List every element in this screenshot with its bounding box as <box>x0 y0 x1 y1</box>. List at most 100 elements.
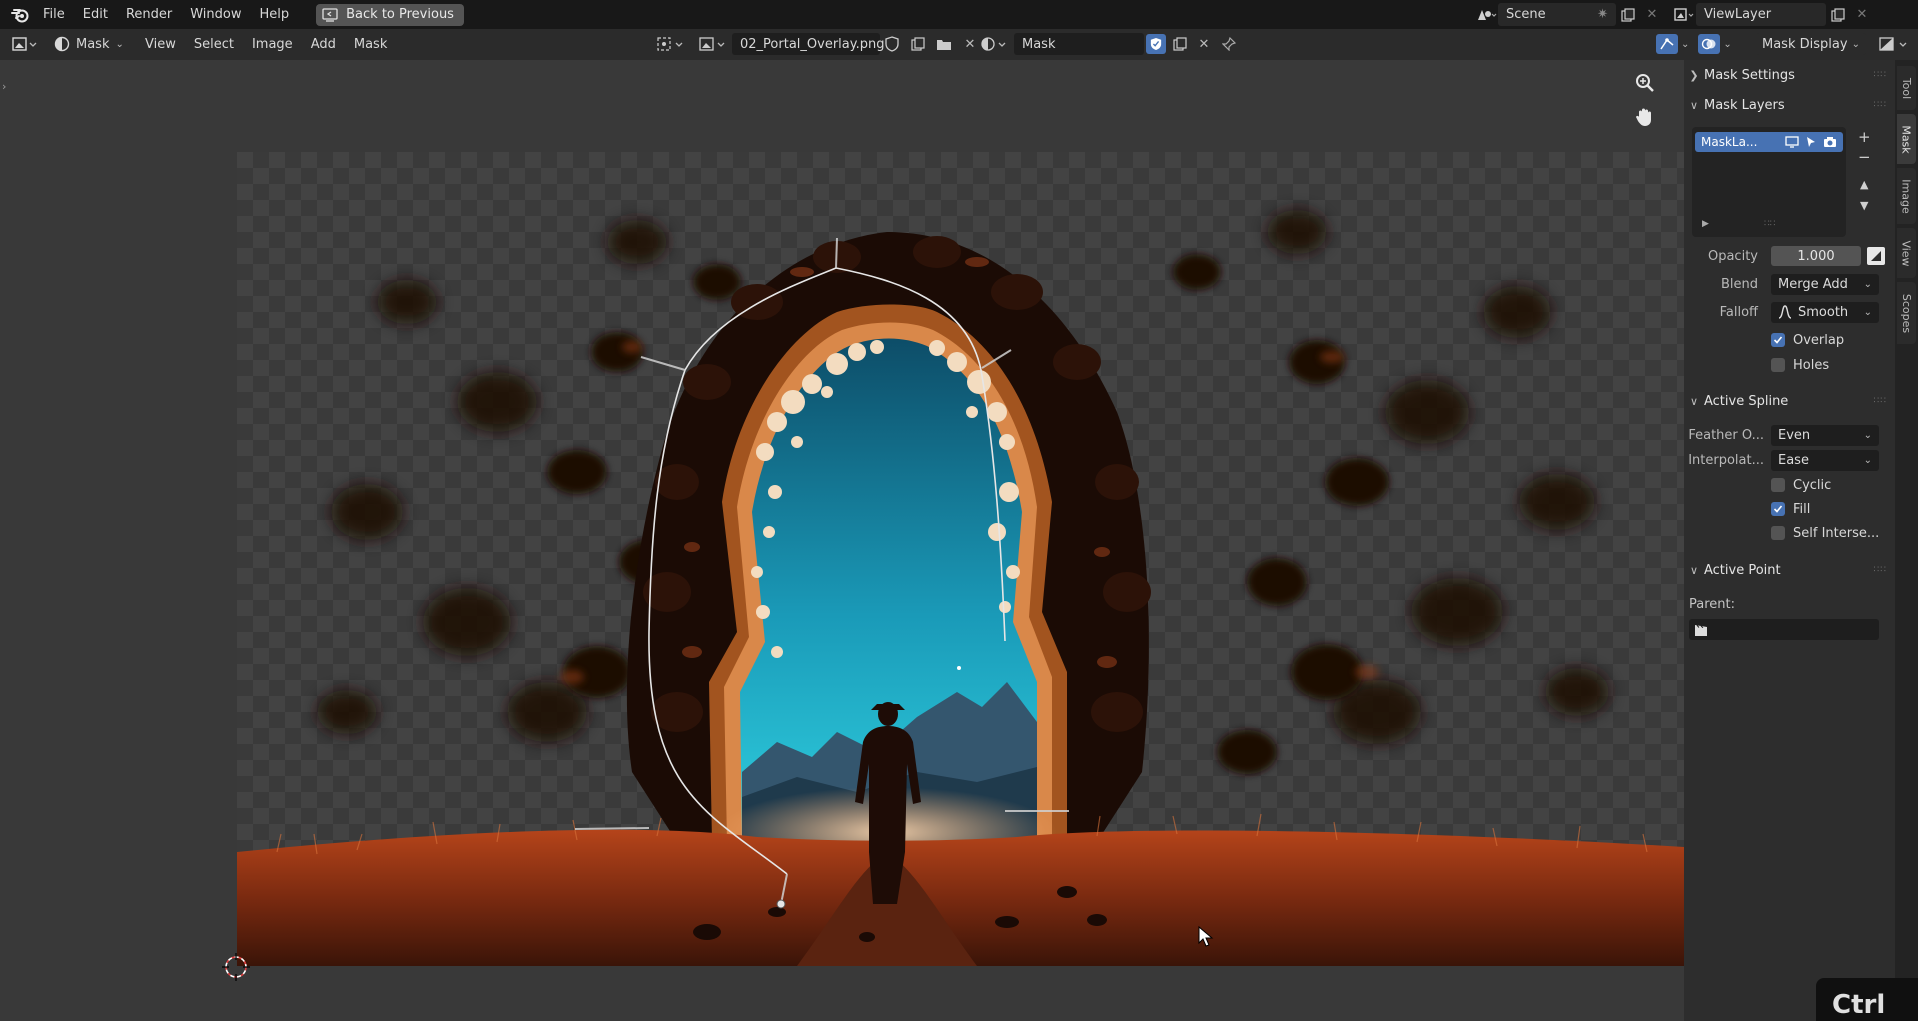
mask-layer-list[interactable]: MaskLa... ▶ ∷∷ <box>1692 127 1846 237</box>
mask-settings-header[interactable]: ❯ Mask Settings ∷∷ <box>1684 62 1895 88</box>
scene-field[interactable]: Scene ✷ <box>1498 3 1616 26</box>
portal-image <box>237 152 1684 966</box>
keyframe-toggle-icon[interactable] <box>1867 247 1885 265</box>
opacity-value: 1.000 <box>1797 248 1835 264</box>
viewlayer-browse-icon[interactable] <box>1672 3 1696 26</box>
image-name-field[interactable]: 02_Portal_Overlay.png <box>732 33 884 55</box>
editor-type-selector[interactable] <box>12 33 38 55</box>
pan-hand-icon[interactable] <box>1634 106 1656 132</box>
pin-icon[interactable] <box>1218 33 1240 56</box>
active-point-header[interactable]: ∨ Active Point ∷∷ <box>1684 557 1895 583</box>
toolbar-expand-icon[interactable]: › <box>2 80 6 93</box>
image-viewport[interactable]: › <box>0 60 1684 1021</box>
blender-logo-icon[interactable] <box>6 0 34 29</box>
monitor-icon[interactable] <box>1785 136 1799 148</box>
overlap-checkbox[interactable] <box>1771 333 1785 347</box>
pin-icon[interactable]: ✷ <box>1597 7 1608 22</box>
back-to-previous-button[interactable]: Back to Previous <box>316 3 464 26</box>
cyclic-checkbox[interactable] <box>1771 478 1785 492</box>
fake-user-shield-icon[interactable] <box>882 33 902 56</box>
list-expand-icon[interactable]: ▶ <box>1702 219 1709 229</box>
select-arrow-icon[interactable] <box>1805 136 1817 148</box>
active-spline-header[interactable]: ∨ Active Spline ∷∷ <box>1684 388 1895 414</box>
fill-checkbox-row[interactable]: Fill <box>1771 498 1810 520</box>
open-folder-icon[interactable] <box>934 33 954 56</box>
mask-display-label: Mask Display <box>1762 36 1848 52</box>
holes-checkbox[interactable] <box>1771 358 1785 372</box>
mask-layers-header[interactable]: ∨ Mask Layers ∷∷ <box>1684 92 1895 118</box>
overlap-checkbox-row[interactable]: Overlap <box>1771 329 1844 351</box>
fill-checkbox[interactable] <box>1771 502 1785 516</box>
image-browse-icon <box>699 37 725 51</box>
menu-view[interactable]: View <box>136 37 185 52</box>
opacity-field[interactable]: 1.000 <box>1771 246 1861 266</box>
menu-render[interactable]: Render <box>117 0 181 29</box>
chevron-down-icon[interactable]: ⌄ <box>1681 39 1689 50</box>
new-viewlayer-icon[interactable] <box>1826 3 1850 26</box>
menu-add[interactable]: Add <box>302 37 345 52</box>
interpolation-dropdown[interactable]: Ease ⌄ <box>1771 449 1879 471</box>
self-intersection-checkbox-row[interactable]: Self Interse... <box>1771 522 1879 544</box>
move-layer-down-button[interactable]: ▼ <box>1860 199 1868 212</box>
gizmo-toggle-icon[interactable] <box>1656 34 1678 54</box>
move-layer-up-button[interactable]: ▲ <box>1860 178 1868 191</box>
mode-selector[interactable]: Mask ⌄ <box>54 33 124 55</box>
menu-help[interactable]: Help <box>251 0 299 29</box>
new-scene-icon[interactable] <box>1616 3 1640 26</box>
drag-grip-icon[interactable]: ∷∷ <box>1874 70 1887 80</box>
menu-select[interactable]: Select <box>185 37 243 52</box>
mask-browse-button[interactable] <box>980 33 1010 55</box>
tab-view[interactable]: View <box>1897 228 1916 278</box>
feather-offset-dropdown[interactable]: Even ⌄ <box>1771 424 1879 446</box>
2d-cursor-icon[interactable] <box>220 951 252 987</box>
tab-image[interactable]: Image <box>1897 168 1916 224</box>
delete-viewlayer-icon[interactable]: ✕ <box>1850 3 1874 26</box>
new-image-icon[interactable] <box>908 33 928 56</box>
falloff-dropdown[interactable]: Smooth ⌄ <box>1771 301 1879 323</box>
self-intersection-checkbox[interactable] <box>1771 526 1785 540</box>
mode-label: Mask <box>76 36 110 52</box>
menu-file[interactable]: File <box>34 0 74 29</box>
mask-mode-icon <box>54 36 70 52</box>
drag-grip-icon[interactable]: ∷∷ <box>1874 565 1887 575</box>
scene-browse-icon[interactable] <box>1474 3 1498 26</box>
menu-edit[interactable]: Edit <box>74 0 117 29</box>
mask-display-dropdown[interactable]: Mask Display ⌄ <box>1756 33 1866 55</box>
tab-image-label: Image <box>1900 178 1914 214</box>
active-spline-title: Active Spline <box>1704 393 1789 409</box>
display-channels-selector[interactable] <box>1878 33 1912 55</box>
viewlayer-field[interactable]: ViewLayer <box>1696 3 1826 26</box>
mask-fake-user-icon[interactable] <box>1146 34 1166 54</box>
pivot-selector[interactable] <box>656 33 686 55</box>
tab-mask[interactable]: Mask <box>1897 114 1916 164</box>
camera-icon[interactable] <box>1823 136 1837 148</box>
drag-grip-icon[interactable]: ∷∷ <box>1874 396 1887 406</box>
chevron-down-icon[interactable]: ⌄ <box>1723 39 1731 50</box>
menu-window[interactable]: Window <box>181 0 250 29</box>
overlay-toggle-icon[interactable] <box>1698 34 1721 54</box>
falloff-label: Falloff <box>1719 304 1758 320</box>
tab-tool[interactable]: Tool <box>1897 66 1916 110</box>
image-canvas[interactable] <box>237 152 1684 966</box>
parent-field[interactable] <box>1689 619 1879 640</box>
image-browse-button[interactable] <box>698 33 728 55</box>
cyclic-checkbox-row[interactable]: Cyclic <box>1771 474 1831 496</box>
fill-label: Fill <box>1793 501 1811 517</box>
menu-image[interactable]: Image <box>243 37 302 52</box>
list-resize-grip-icon[interactable]: ∷∷ <box>1764 219 1775 229</box>
mask-layer-item[interactable]: MaskLa... <box>1695 132 1843 152</box>
new-mask-icon[interactable] <box>1170 33 1190 56</box>
holes-checkbox-row[interactable]: Holes <box>1771 354 1829 376</box>
drag-grip-icon[interactable]: ∷∷ <box>1874 100 1887 110</box>
blend-dropdown[interactable]: Merge Add ⌄ <box>1771 273 1879 295</box>
mask-name-field[interactable]: Mask <box>1014 33 1144 55</box>
tab-scopes[interactable]: Scopes <box>1897 282 1916 344</box>
remove-layer-button[interactable]: − <box>1858 150 1871 165</box>
tab-view-label: View <box>1900 239 1914 267</box>
zoom-icon[interactable] <box>1634 72 1656 98</box>
delete-scene-icon[interactable]: ✕ <box>1640 3 1664 26</box>
unlink-image-icon[interactable]: ✕ <box>960 33 980 56</box>
unlink-mask-icon[interactable]: ✕ <box>1194 33 1214 56</box>
menu-mask[interactable]: Mask <box>345 37 396 52</box>
add-layer-button[interactable]: + <box>1858 128 1871 146</box>
